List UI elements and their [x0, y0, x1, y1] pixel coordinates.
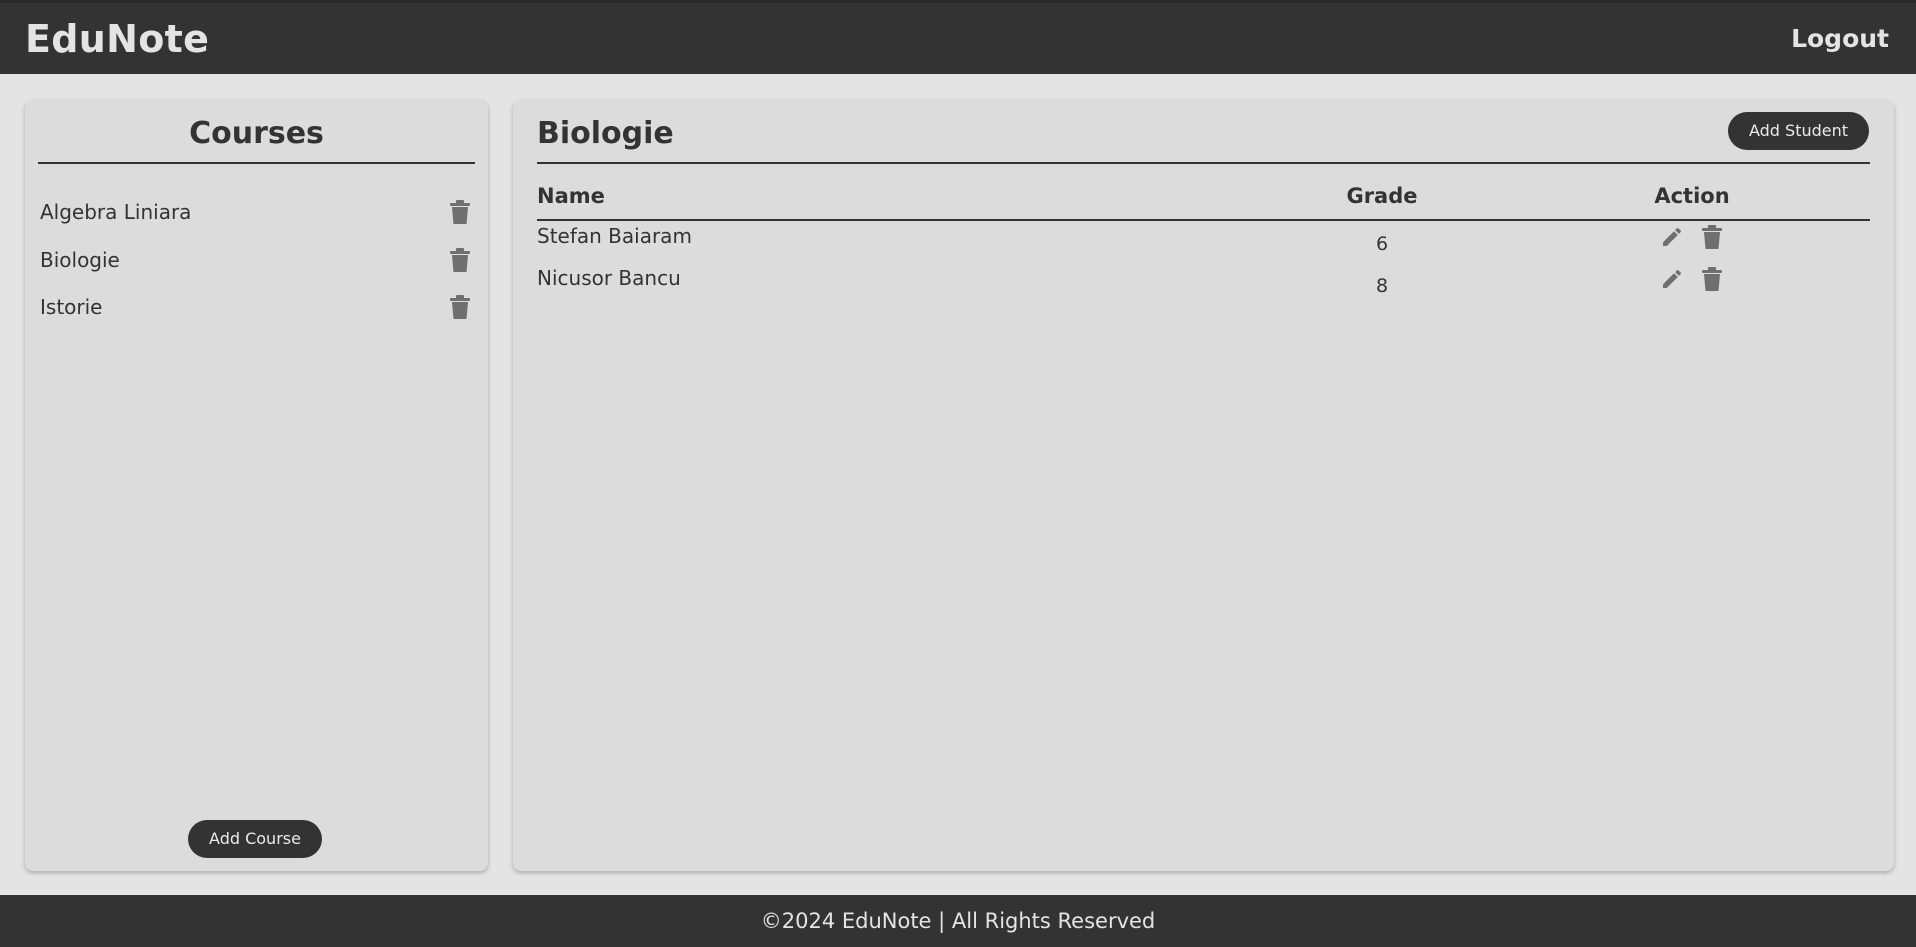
- course-item-label: Biologie: [40, 248, 120, 272]
- add-student-button[interactable]: Add Student: [1728, 112, 1869, 150]
- course-item-label: Istorie: [40, 295, 103, 319]
- edit-icon[interactable]: [1659, 264, 1685, 294]
- row-actions: [1617, 220, 1767, 254]
- student-grade: 8: [1375, 275, 1389, 297]
- table-row: Stefan Baiaram 6: [537, 220, 1870, 260]
- course-item-label: Algebra Liniara: [40, 200, 192, 224]
- student-grade: 6: [1375, 233, 1389, 255]
- edit-icon[interactable]: [1659, 222, 1685, 252]
- trash-icon[interactable]: [1699, 222, 1725, 252]
- trash-icon[interactable]: [447, 245, 473, 275]
- student-name: Stefan Baiaram: [537, 224, 692, 248]
- student-name: Nicusor Bancu: [537, 266, 681, 290]
- column-header-grade: Grade: [1346, 184, 1418, 208]
- course-title: Biologie: [537, 114, 1870, 164]
- row-actions: [1617, 262, 1767, 296]
- course-detail-panel: Biologie Add Student Name Grade Action S…: [513, 100, 1894, 871]
- footer-text: ©2024 EduNote | All Rights Reserved: [760, 909, 1156, 933]
- courses-panel: Courses Algebra Liniara Biologie Istorie…: [25, 100, 488, 871]
- column-header-action: Action: [1654, 184, 1730, 208]
- column-header-name: Name: [537, 184, 605, 208]
- logout-link[interactable]: Logout: [1791, 24, 1889, 53]
- table-row: Nicusor Bancu 8: [537, 262, 1870, 302]
- footer: ©2024 EduNote | All Rights Reserved: [0, 895, 1916, 947]
- top-navbar: EduNote Logout: [0, 0, 1916, 74]
- add-course-button[interactable]: Add Course: [188, 820, 322, 858]
- brand-logo[interactable]: EduNote: [25, 17, 209, 61]
- course-item-istorie[interactable]: Istorie: [40, 289, 473, 325]
- courses-title: Courses: [38, 114, 475, 164]
- course-item-biologie[interactable]: Biologie: [40, 242, 473, 278]
- trash-icon[interactable]: [447, 197, 473, 227]
- trash-icon[interactable]: [447, 292, 473, 322]
- trash-icon[interactable]: [1699, 264, 1725, 294]
- course-item-algebra-liniara[interactable]: Algebra Liniara: [40, 194, 473, 230]
- students-table-header: Name Grade Action: [537, 178, 1870, 221]
